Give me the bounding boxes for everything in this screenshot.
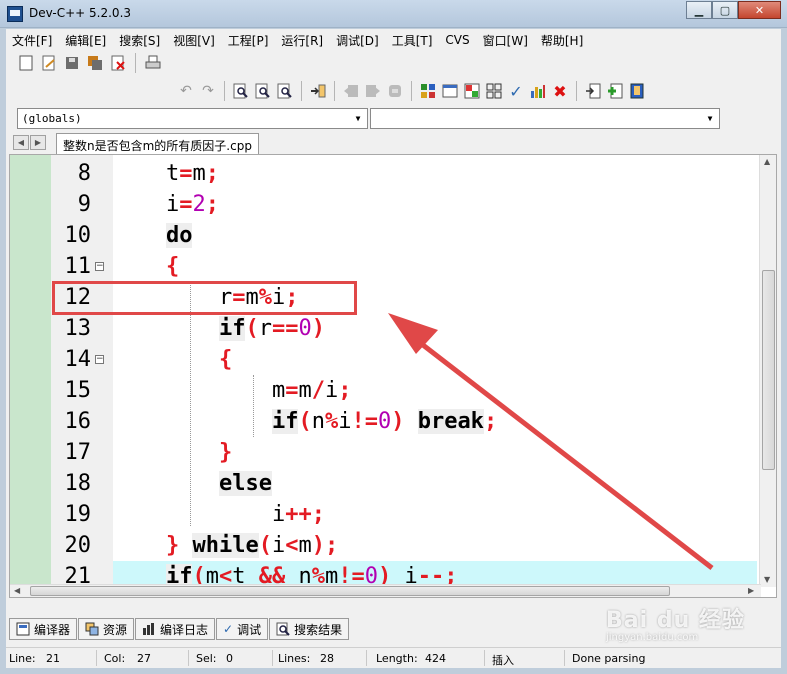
annotation-arrow-icon: [388, 313, 714, 570]
watermark-brand: Bai du 经验: [606, 608, 745, 633]
watermark-logo: Bai du 经验 jingyan.baidu.com: [606, 602, 745, 643]
watermark-url: jingyan.baidu.com: [606, 632, 699, 643]
